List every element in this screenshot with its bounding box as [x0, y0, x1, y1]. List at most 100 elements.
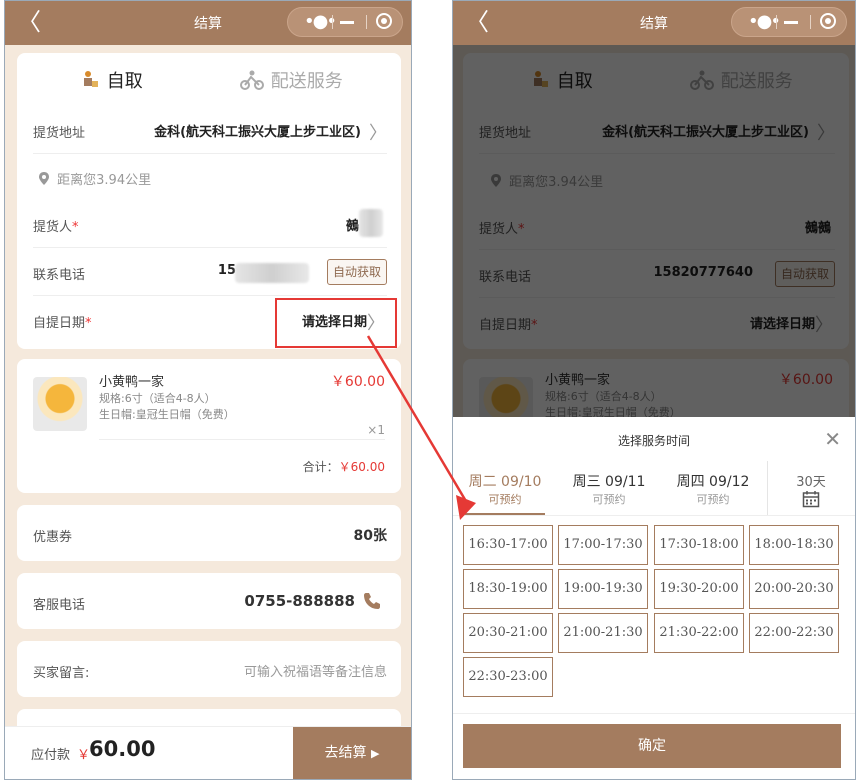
divider — [453, 515, 855, 516]
date-tab-day: 周三 09/11 — [572, 474, 646, 490]
date-tab-active[interactable]: 周二 09/10 可预约 — [453, 461, 557, 515]
time-slot[interactable]: 22:00-22:30 — [749, 613, 839, 653]
message-card: 买家留言: 可输入祝福语等备注信息 — [17, 641, 401, 697]
message-label: 买家留言: — [33, 666, 90, 681]
blurred-phone — [235, 263, 309, 283]
location-pin-icon — [39, 172, 49, 185]
capsule-divider — [366, 15, 367, 29]
tab-delivery[interactable]: 配送服务 — [239, 65, 343, 99]
close-mini-program-icon[interactable] — [820, 13, 836, 29]
time-slot[interactable]: 22:30-23:00 — [463, 657, 553, 697]
capsule-divider — [332, 15, 333, 29]
tab-self-pickup-label: 自取 — [106, 71, 143, 92]
coupon-card[interactable]: 优惠券 80张 — [17, 505, 401, 561]
time-slot[interactable]: 16:30-17:00 — [463, 525, 553, 565]
service-card[interactable]: 客服电话 0755-888888 — [17, 573, 401, 629]
time-slot[interactable]: 17:00-17:30 — [558, 525, 648, 565]
minimize-icon[interactable] — [784, 21, 798, 24]
product-price: ￥60.00 — [330, 374, 385, 390]
divider — [453, 713, 855, 714]
capsule-divider — [810, 15, 811, 29]
sheet-title: 选择服务时间 — [617, 434, 690, 448]
phone-label: 联系电话 — [33, 268, 86, 283]
address-label: 提货地址 — [33, 126, 86, 141]
product-name: 小黄鸭一家 — [99, 375, 165, 390]
due-label: 应付款 — [31, 748, 71, 763]
coupon-count: 80张 — [353, 528, 387, 544]
more-icon[interactable]: •●• — [748, 11, 781, 32]
checkout-button-label: 去结算 — [324, 745, 367, 761]
product-qty: ×1 — [367, 423, 385, 437]
capsule-divider — [776, 15, 777, 29]
delivery-icon — [240, 70, 264, 90]
message-input[interactable]: 可输入祝福语等备注信息 — [244, 661, 387, 680]
date-label: 自提日期* — [33, 316, 92, 331]
phone-value: 15 — [217, 263, 236, 278]
pickup-mode-tabs: 自取 配送服务 — [17, 65, 401, 99]
time-slot[interactable]: 20:00-20:30 — [749, 569, 839, 609]
time-picker-sheet: 选择服务时间 ✕ 周二 09/10 可预约 周三 09/11 可预约 周四 09… — [453, 417, 855, 779]
chevron-right-icon: 〉 — [369, 123, 387, 144]
blurred-name — [359, 209, 383, 237]
highlight-box — [275, 298, 397, 348]
close-icon[interactable]: ✕ — [824, 427, 841, 451]
picker-row[interactable]: 提货人* 鵺 — [33, 201, 387, 248]
nav-bar: 〈 结算 •●• — [5, 1, 411, 45]
time-slot[interactable]: 19:30-20:00 — [654, 569, 744, 609]
mini-program-capsule: •●• — [731, 7, 847, 37]
calendar-icon — [802, 491, 820, 508]
subtotal: 合计：￥60.00 — [302, 460, 385, 474]
more-days-label: 30天 — [796, 475, 826, 490]
service-phone[interactable]: 0755-888888 — [244, 592, 355, 610]
time-slot[interactable]: 21:00-21:30 — [558, 613, 648, 653]
date-tab-day: 周四 09/12 — [676, 474, 750, 490]
distance-text: 距离您3.94公里 — [57, 173, 152, 188]
address-row[interactable]: 提货地址 金科(航天科工振兴大厦上步工业区) 〉 — [33, 107, 387, 154]
date-tab-status: 可预约 — [488, 493, 522, 506]
address-value: 金科(航天科工振兴大厦上步工业区) — [154, 125, 361, 140]
checkout-screen: 〈 结算 •●• 自取 配送服务 提货地址 金科(航天科工振兴大厦上步工业区) … — [4, 0, 412, 780]
distance-info: 距离您3.94公里 — [39, 169, 151, 188]
picker-value: 鵺 — [345, 219, 359, 234]
time-slot[interactable]: 18:30-19:00 — [463, 569, 553, 609]
more-icon[interactable]: •●• — [304, 11, 337, 32]
minimize-icon[interactable] — [340, 21, 354, 24]
product-hat: 生日帽:皇冠生日帽（免费） — [99, 408, 235, 421]
background-page: 自取 配送服务 提货地址 金科(航天科工振兴大厦上步工业区) 〉 距离您3.94… — [453, 45, 855, 439]
date-tab-status: 可预约 — [696, 493, 730, 506]
time-slot[interactable]: 17:30-18:00 — [654, 525, 744, 565]
due-amount: 60.00 — [89, 737, 156, 761]
mini-program-capsule: •●• — [287, 7, 403, 37]
caret-right-icon: ▶ — [370, 747, 380, 760]
time-slot[interactable]: 20:30-21:00 — [463, 613, 553, 653]
confirm-button[interactable]: 确定 — [463, 724, 841, 768]
modal-overlay[interactable] — [453, 45, 855, 417]
nav-bar: 〈 结算 •●• — [453, 1, 855, 45]
auto-fetch-phone-button[interactable]: 自动获取 — [326, 259, 387, 285]
divider — [99, 439, 385, 440]
self-pickup-icon — [84, 71, 98, 87]
date-tab[interactable]: 周三 09/11 可预约 — [557, 461, 661, 515]
picker-label: 提货人* — [33, 220, 79, 235]
date-tab-day: 周二 09/10 — [468, 474, 542, 490]
phone-row[interactable]: 联系电话 15 自动获取 — [33, 249, 387, 296]
coupon-label: 优惠券 — [33, 530, 73, 545]
close-mini-program-icon[interactable] — [376, 13, 392, 29]
phone-call-icon[interactable] — [363, 592, 381, 610]
product-spec: 规格:6寸（适合4-8人） — [99, 392, 216, 405]
date-tab-status: 可预约 — [592, 493, 626, 506]
time-slot[interactable]: 21:30-22:00 — [654, 613, 744, 653]
checkout-bar: 应付款 ￥ 60.00 去结算 ▶ — [5, 726, 411, 779]
more-days-button[interactable]: 30天 — [769, 461, 853, 515]
product-card: 小黄鸭一家 ￥60.00 规格:6寸（适合4-8人） 生日帽:皇冠生日帽（免费）… — [17, 359, 401, 493]
tab-delivery-label: 配送服务 — [270, 71, 343, 92]
time-picker-screen: 〈 结算 •●• 自取 配 — [452, 0, 856, 780]
product-image — [33, 377, 87, 431]
service-label: 客服电话 — [33, 598, 86, 613]
time-slot[interactable]: 19:00-19:30 — [558, 569, 648, 609]
date-tab[interactable]: 周四 09/12 可预约 — [661, 461, 765, 515]
time-slot[interactable]: 18:00-18:30 — [749, 525, 839, 565]
tab-divider — [767, 461, 768, 515]
checkout-button[interactable]: 去结算 ▶ — [293, 727, 411, 779]
tab-self-pickup[interactable]: 自取 — [79, 65, 143, 99]
